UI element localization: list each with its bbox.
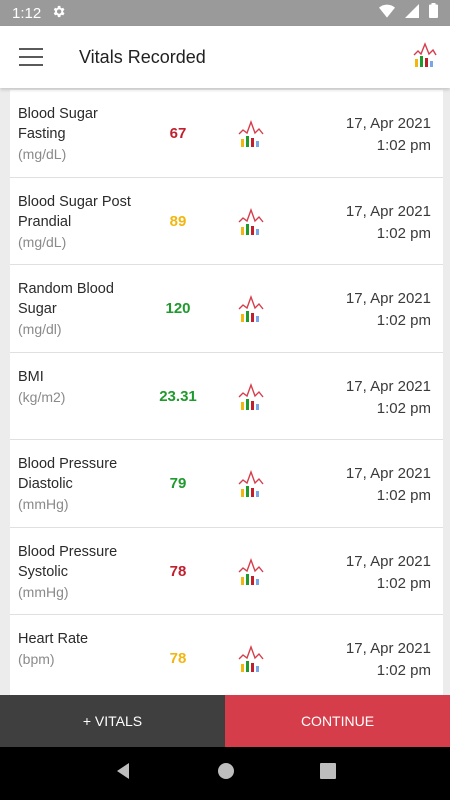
- vital-value: 23.31: [159, 387, 197, 405]
- vital-unit: (bpm): [18, 651, 55, 667]
- vital-timestamp: 17, Apr 2021 1:02 pm: [346, 638, 431, 682]
- vital-chart-icon[interactable]: [238, 469, 264, 503]
- vital-name: Random Blood Sugar (mg/dl): [18, 279, 146, 339]
- vital-time: 1:02 pm: [376, 487, 431, 504]
- vital-label: Blood Pressure Systolic: [18, 543, 118, 580]
- vital-label: Blood Sugar Fasting: [18, 106, 98, 142]
- vital-time: 1:02 pm: [376, 399, 431, 417]
- vital-name: Blood Pressure Systolic (mmHg): [18, 542, 146, 602]
- app-bar: Vitals Recorded: [0, 26, 450, 88]
- vital-row[interactable]: Heart Rate (bpm) 78 17, Apr 2021 1:02 pm: [10, 615, 443, 703]
- vital-label: Heart Rate: [18, 631, 89, 647]
- vital-name: Blood Sugar Fasting (mg/dL): [18, 104, 146, 164]
- vital-value: 120: [165, 300, 191, 317]
- continue-button[interactable]: CONTINUE: [225, 695, 450, 747]
- vital-timestamp: 17, Apr 2021 1:02 pm: [346, 288, 431, 332]
- battery-icon: [429, 3, 438, 23]
- system-nav-bar: [0, 747, 450, 800]
- vital-unit: (mg/dL): [18, 146, 67, 162]
- vital-chart-icon[interactable]: [238, 207, 264, 241]
- vital-value: 79: [169, 475, 187, 492]
- status-time: 1:12: [12, 4, 42, 22]
- status-bar: 1:12: [0, 0, 450, 26]
- back-icon[interactable]: [114, 762, 132, 785]
- vital-timestamp: 17, Apr 2021 1:02 pm: [346, 113, 431, 157]
- vital-timestamp: 17, Apr 2021 1:02 pm: [346, 201, 431, 245]
- vital-value: 78: [169, 650, 187, 667]
- vital-name: Blood Pressure Diastolic (mmHg): [18, 454, 146, 514]
- vital-name: BMI (kg/m2): [18, 367, 146, 407]
- vital-row[interactable]: Random Blood Sugar (mg/dl) 120 17, Apr 2021…: [10, 265, 443, 353]
- vital-value: 89: [169, 212, 187, 230]
- vital-timestamp: 17, Apr 2021 1:02 pm: [346, 463, 431, 507]
- vital-label: Blood Pressure Diastolic: [18, 456, 118, 492]
- vital-date: 17, Apr 2021: [345, 115, 431, 132]
- vital-unit: (mmHg): [18, 496, 69, 512]
- vital-chart-icon[interactable]: [238, 119, 264, 153]
- add-vitals-button[interactable]: + VITALS: [0, 695, 225, 747]
- vitals-list: Blood Sugar Fasting (mg/dL) 67 17, Apr 2021…: [10, 90, 443, 703]
- vital-date: 17, Apr 2021: [345, 290, 431, 307]
- vital-time: 1:02 pm: [376, 137, 431, 154]
- vital-name: Heart Rate (bpm): [18, 629, 146, 669]
- page-title: Vitals Recorded: [79, 46, 206, 67]
- vital-chart-icon[interactable]: [238, 382, 264, 416]
- vital-date: 17, Apr 2021: [345, 465, 431, 482]
- vital-unit: (mg/dL): [18, 233, 67, 250]
- vital-value: 78: [169, 562, 187, 580]
- vital-date: 17, Apr 2021: [345, 202, 431, 220]
- vital-label: Random Blood Sugar: [18, 281, 114, 317]
- vital-time: 1:02 pm: [376, 224, 431, 242]
- vital-chart-icon[interactable]: [238, 294, 264, 328]
- vital-name: Blood Sugar Post Prandial (mg/dL): [18, 192, 146, 252]
- vital-label: Blood Sugar Post Prandial: [18, 193, 131, 230]
- vital-time: 1:02 pm: [376, 662, 431, 679]
- recents-icon[interactable]: [319, 763, 336, 784]
- vital-chart-icon[interactable]: [238, 644, 264, 678]
- gear-icon: [51, 4, 66, 23]
- vital-date: 17, Apr 2021: [345, 640, 431, 657]
- vital-unit: (mmHg): [18, 583, 69, 600]
- vital-time: 1:02 pm: [376, 574, 431, 592]
- wifi-icon: [379, 4, 395, 23]
- vital-date: 17, Apr 2021: [345, 552, 431, 570]
- hamburger-menu-icon[interactable]: [19, 48, 43, 66]
- vitals-chart-icon[interactable]: [413, 41, 437, 73]
- vital-row[interactable]: Blood Pressure Systolic (mmHg) 78 17, Apr 2…: [10, 527, 443, 615]
- vital-label: BMI: [18, 368, 44, 385]
- signal-icon: [405, 3, 419, 23]
- vital-value: 67: [169, 125, 187, 142]
- vital-row[interactable]: Blood Sugar Fasting (mg/dL) 67 17, Apr 2021…: [10, 90, 443, 178]
- vital-time: 1:02 pm: [376, 312, 431, 329]
- vital-row[interactable]: Blood Sugar Post Prandial (mg/dL) 89 17, Ap…: [10, 177, 443, 265]
- home-icon[interactable]: [217, 762, 235, 785]
- vital-unit: (mg/dl): [18, 321, 62, 337]
- bottom-actions: + VITALS CONTINUE: [0, 695, 450, 747]
- vital-timestamp: 17, Apr 2021 1:02 pm: [346, 551, 431, 595]
- vital-date: 17, Apr 2021: [345, 377, 431, 395]
- vital-chart-icon[interactable]: [238, 557, 264, 591]
- vital-row[interactable]: BMI (kg/m2) 23.31 17, Apr 2021 1:02 pm: [10, 352, 443, 440]
- vital-row[interactable]: Blood Pressure Diastolic (mmHg) 79 17, Apr …: [10, 440, 443, 528]
- vital-timestamp: 17, Apr 2021 1:02 pm: [346, 376, 431, 420]
- vital-unit: (kg/m2): [18, 388, 66, 405]
